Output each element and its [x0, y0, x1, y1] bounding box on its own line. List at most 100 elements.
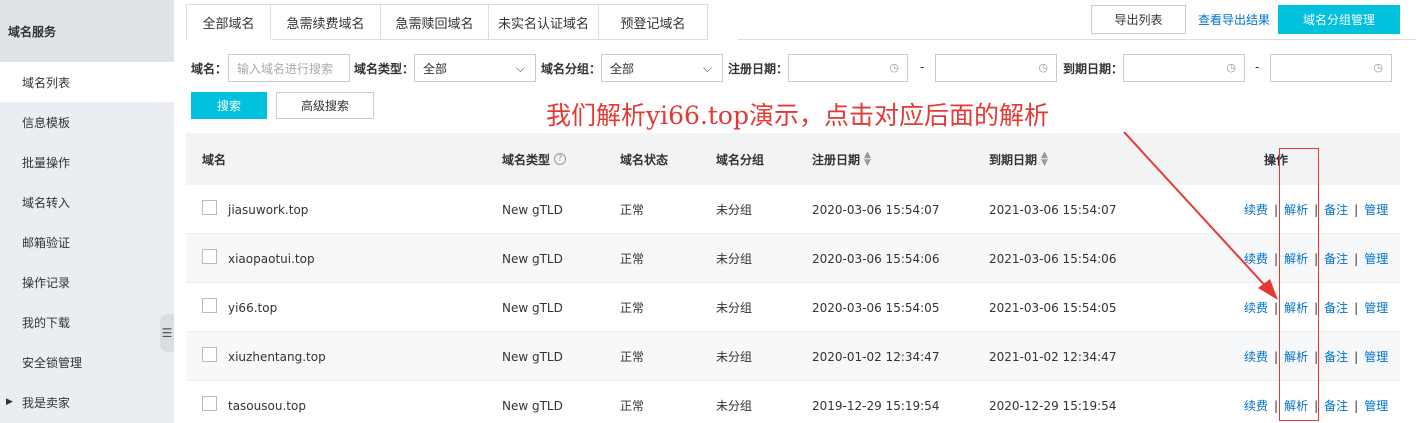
domain-status: 正常 — [620, 301, 645, 315]
manage-link[interactable]: 管理 — [1364, 250, 1388, 267]
type-select-value: 全部 — [423, 61, 448, 76]
remark-link[interactable]: 备注 — [1324, 348, 1348, 365]
sidebar-item-security-lock[interactable]: 安全锁管理 — [0, 342, 174, 382]
op-separator: | — [1354, 251, 1359, 266]
manage-link[interactable]: 管理 — [1364, 348, 1388, 365]
exp-date-separator: - — [1255, 60, 1260, 74]
manage-link[interactable]: 管理 — [1364, 397, 1388, 414]
sidebar-item-label: 信息模板 — [22, 115, 71, 130]
exp-date-label: 到期日期： — [1063, 62, 1124, 76]
domain-filter-label: 域名： — [191, 62, 228, 76]
col-exp-date[interactable]: 到期日期 ▲ ▼ — [989, 133, 1048, 185]
domain-status: 正常 — [620, 399, 645, 413]
renew-link[interactable]: 续费 — [1244, 397, 1268, 414]
clock-icon: ◷ — [1226, 61, 1236, 74]
advanced-search-button[interactable]: 高级搜索 — [276, 92, 374, 119]
group-select-value: 全部 — [610, 61, 635, 76]
exp-date-end-input[interactable]: ◷ — [1270, 54, 1392, 82]
row-checkbox[interactable] — [202, 298, 217, 313]
sidebar-item-my-downloads[interactable]: 我的下载 — [0, 302, 174, 342]
tab-urgent-renew[interactable]: 急需续费域名 — [271, 4, 381, 40]
col-group: 域名分组 — [716, 152, 765, 167]
manage-link[interactable]: 管理 — [1364, 299, 1388, 316]
exp-date: 2021-03-06 15:54:06 — [989, 251, 1117, 266]
op-separator: | — [1274, 349, 1279, 364]
tab-all-domains[interactable]: 全部域名 — [186, 4, 271, 40]
domain-link[interactable]: jiasuwork.top — [228, 185, 308, 234]
tab-divider — [738, 39, 1416, 40]
sidebar-item-info-template[interactable]: 信息模板 — [0, 102, 174, 142]
exp-date: 2020-12-29 15:19:54 — [989, 398, 1117, 413]
table-row: yi66.top New gTLD 正常 未分组 2020-03-06 15:5… — [186, 283, 1400, 332]
domain-group: 未分组 — [716, 350, 753, 364]
group-select[interactable]: 全部 ⌵ — [601, 54, 723, 82]
row-checkbox[interactable] — [202, 347, 217, 362]
view-export-link[interactable]: 查看导出结果 — [1195, 5, 1273, 34]
domain-link[interactable]: xiaopaotui.top — [228, 234, 315, 283]
sort-icon[interactable]: ▲ ▼ — [864, 151, 871, 168]
sort-icon[interactable]: ▲ ▼ — [1041, 151, 1048, 168]
domain-search-placeholder: 输入域名进行搜索 — [237, 61, 334, 76]
reg-date: 2020-01-02 12:34:47 — [812, 349, 940, 364]
group-manage-button[interactable]: 域名分组管理 — [1278, 5, 1400, 34]
sidebar-item-op-records[interactable]: 操作记录 — [0, 262, 174, 302]
renew-link[interactable]: 续费 — [1244, 201, 1268, 218]
tab-pre-registration[interactable]: 预登记域名 — [599, 4, 708, 40]
op-separator: | — [1354, 398, 1359, 413]
reg-date: 2020-03-06 15:54:07 — [812, 202, 940, 217]
sidebar-item-batch-ops[interactable]: 批量操作 — [0, 142, 174, 182]
domain-link[interactable]: tasousou.top — [228, 381, 306, 423]
tab-urgent-redeem[interactable]: 急需赎回域名 — [381, 4, 489, 40]
remark-link[interactable]: 备注 — [1324, 250, 1348, 267]
renew-link[interactable]: 续费 — [1244, 299, 1268, 316]
type-select[interactable]: 全部 ⌵ — [414, 54, 536, 82]
tab-unverified[interactable]: 未实名认证域名 — [489, 4, 599, 40]
sidebar-item-seller[interactable]: ▶ 我是卖家 — [0, 382, 174, 422]
exp-date-start-input[interactable]: ◷ — [1123, 54, 1245, 82]
sidebar-item-domain-transfer[interactable]: 域名转入 — [0, 182, 174, 222]
renew-link[interactable]: 续费 — [1244, 250, 1268, 267]
op-separator: | — [1274, 398, 1279, 413]
row-checkbox[interactable] — [202, 396, 217, 411]
remark-link[interactable]: 备注 — [1324, 201, 1348, 218]
sidebar: 域名服务 域名列表 信息模板 批量操作 域名转入 邮箱验证 操作记录 我的下载 … — [0, 0, 174, 423]
table-header: 域名 域名类型? 域名状态 域名分组 注册日期 ▲ ▼ 到期日期 ▲ ▼ 操作 — [186, 133, 1400, 185]
col-reg-date[interactable]: 注册日期 ▲ ▼ — [812, 133, 871, 185]
col-type: 域名类型? — [502, 133, 567, 185]
sidebar-item-label: 批量操作 — [22, 155, 71, 170]
exp-date: 2021-01-02 12:34:47 — [989, 349, 1117, 364]
row-checkbox[interactable] — [202, 249, 217, 264]
help-icon[interactable]: ? — [554, 153, 567, 165]
remark-link[interactable]: 备注 — [1324, 299, 1348, 316]
type-filter-label: 域名类型： — [354, 62, 415, 76]
domain-type: New gTLD — [502, 349, 563, 364]
domain-type: New gTLD — [502, 202, 563, 217]
domain-status: 正常 — [620, 350, 645, 364]
domain-link[interactable]: yi66.top — [228, 283, 277, 332]
reg-date-start-input[interactable]: ◷ — [788, 54, 908, 82]
exp-date: 2021-03-06 15:54:07 — [989, 202, 1117, 217]
manage-link[interactable]: 管理 — [1364, 201, 1388, 218]
sidebar-collapse-icon[interactable]: ☰ — [160, 314, 174, 352]
domain-link[interactable]: xiuzhentang.top — [228, 332, 326, 381]
sidebar-item-email-verify[interactable]: 邮箱验证 — [0, 222, 174, 262]
table-row: jiasuwork.top New gTLD 正常 未分组 2020-03-06… — [186, 185, 1400, 234]
search-button[interactable]: 搜索 — [191, 92, 267, 119]
chevron-down-icon: ⌵ — [702, 61, 712, 75]
renew-link[interactable]: 续费 — [1244, 348, 1268, 365]
sidebar-item-label: 域名转入 — [22, 195, 71, 210]
reg-date-end-input[interactable]: ◷ — [935, 54, 1057, 82]
row-checkbox[interactable] — [202, 200, 217, 215]
group-filter-label: 域名分组： — [541, 62, 602, 76]
op-separator: | — [1354, 349, 1359, 364]
sidebar-item-domain-list[interactable]: 域名列表 — [0, 62, 174, 102]
op-separator: | — [1354, 202, 1359, 217]
caret-right-icon: ▶ — [6, 397, 13, 407]
export-list-button[interactable]: 导出列表 — [1091, 5, 1186, 34]
reg-date-separator: - — [920, 60, 925, 74]
remark-link[interactable]: 备注 — [1324, 397, 1348, 414]
domain-search-input[interactable]: 输入域名进行搜索 — [228, 54, 350, 82]
domain-group: 未分组 — [716, 301, 753, 315]
op-separator: | — [1354, 300, 1359, 315]
domain-group: 未分组 — [716, 399, 753, 413]
